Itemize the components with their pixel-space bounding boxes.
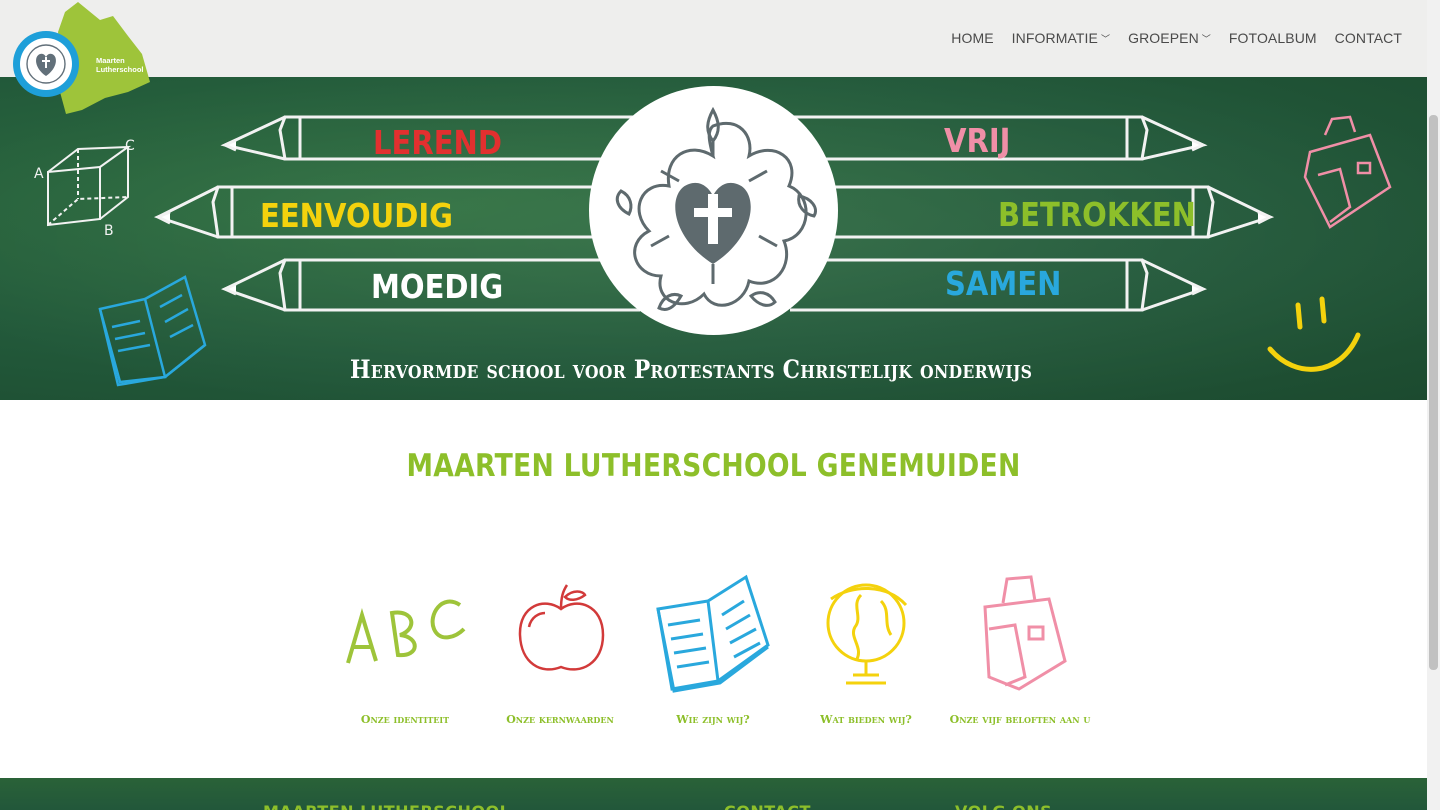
- nav-informatie[interactable]: INFORMATIE ﹀: [1012, 30, 1110, 46]
- abc-icon: [346, 599, 466, 664]
- hero-banner: A B C LEREND EENVOUDIG MOEDIG VRIJ BETRO…: [0, 77, 1427, 400]
- chevron-down-icon: ﹀: [1201, 34, 1211, 44]
- page: HOME INFORMATIE ﹀ GROEPEN ﹀ FOTOALBUM CONT…: [0, 0, 1440, 810]
- tile-label: Onze kernwaarden: [506, 713, 614, 726]
- luther-rose-circle: [589, 86, 838, 335]
- hero-word-moedig: MOEDIG: [371, 267, 504, 306]
- hero-word-betrokken: BETROKKEN: [998, 195, 1196, 234]
- tile-label: Wat bieden wij?: [820, 713, 912, 726]
- chevron-down-icon: ﹀: [1100, 34, 1111, 44]
- site-header: HOME INFORMATIE ﹀ GROEPEN ﹀ FOTOALBUM CONT…: [0, 0, 1427, 77]
- footer-heading-volg-ons: VOLG ONS: [955, 802, 1052, 810]
- globe-icon: [826, 583, 908, 685]
- nav-fotoalbum[interactable]: FOTOALBUM: [1229, 30, 1317, 46]
- hero-word-vrij: VRIJ: [944, 121, 1011, 160]
- svg-text:A: A: [34, 166, 44, 182]
- scrollbar[interactable]: [1427, 0, 1440, 810]
- site-footer: MAARTEN LUTHERSCHOOL CONTACT VOLG ONS: [0, 778, 1427, 810]
- svg-text:C: C: [125, 138, 135, 154]
- footer-heading-contact: CONTACT: [724, 802, 811, 810]
- tile-label: Onze vijf beloften aan u: [949, 713, 1091, 726]
- svg-text:B: B: [104, 223, 114, 239]
- info-tiles: Onze identiteit Onze kernwaarden Wie zij…: [330, 565, 1100, 735]
- tile-label: Onze identiteit: [360, 713, 450, 726]
- tile-onze-identiteit[interactable]: Onze identiteit: [330, 565, 480, 735]
- logo-text: Maarten Lutherschool: [96, 56, 144, 74]
- tile-onze-vijf-beloften[interactable]: Onze vijf beloften aan u: [945, 565, 1095, 735]
- book-icon: [656, 574, 770, 693]
- tile-label: Wie zijn wij?: [676, 713, 750, 726]
- main-nav: HOME INFORMATIE ﹀ GROEPEN ﹀ FOTOALBUM CONT…: [951, 30, 1402, 46]
- hero-tagline: Hervormde school voor Protestants Christ…: [350, 355, 1033, 384]
- tile-wat-bieden-wij[interactable]: Wat bieden wij?: [791, 565, 941, 735]
- nav-groepen[interactable]: GROEPEN ﹀: [1128, 30, 1211, 46]
- luther-rose-icon: [615, 106, 817, 311]
- hero-word-lerend: LEREND: [373, 123, 502, 162]
- tile-onze-kernwaarden[interactable]: Onze kernwaarden: [485, 565, 635, 735]
- apple-icon: [518, 584, 605, 671]
- nav-contact[interactable]: CONTACT: [1335, 30, 1402, 46]
- page-title: MAARTEN LUTHERSCHOOL GENEMUIDEN: [406, 448, 1021, 484]
- tile-wie-zijn-wij[interactable]: Wie zijn wij?: [638, 565, 788, 735]
- schoolbag-icon: [983, 575, 1067, 691]
- school-logo[interactable]: Maarten Lutherschool: [10, 2, 155, 114]
- hero-word-samen: SAMEN: [945, 264, 1062, 303]
- nav-home[interactable]: HOME: [951, 30, 993, 46]
- footer-heading-school: MAARTEN LUTHERSCHOOL: [263, 802, 510, 810]
- hero-word-eenvoudig: EENVOUDIG: [260, 196, 453, 235]
- scrollbar-thumb[interactable]: [1429, 115, 1438, 670]
